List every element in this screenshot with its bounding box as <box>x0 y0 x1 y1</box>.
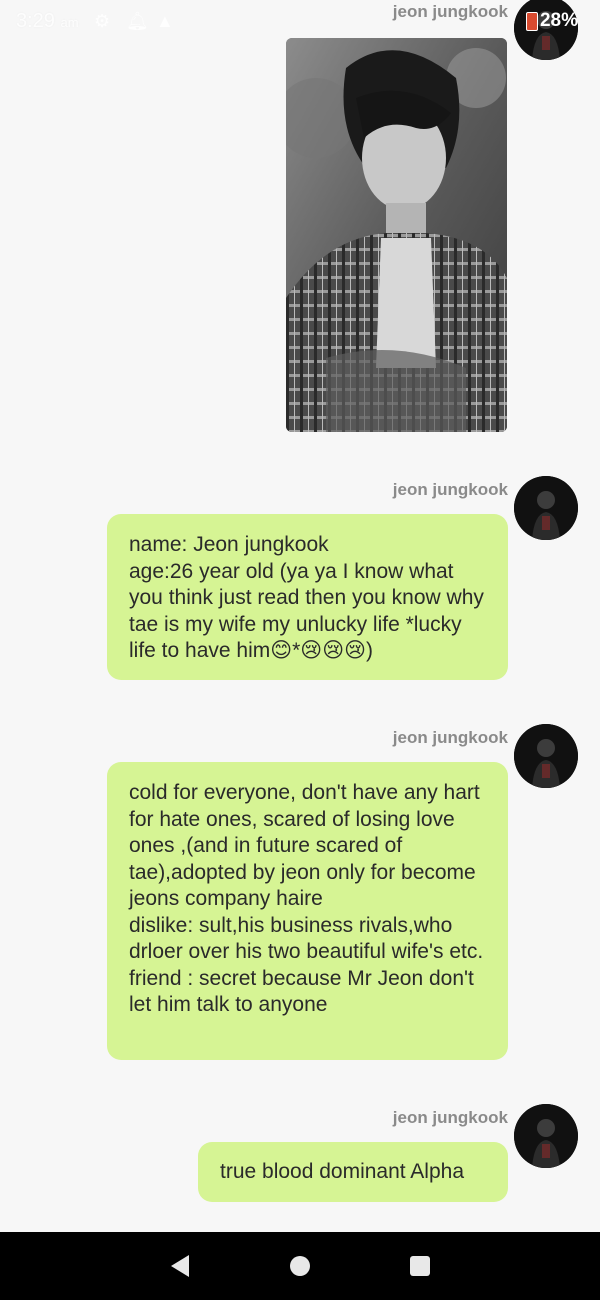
message-bubble[interactable]: cold for everyone, don't have any hart f… <box>107 762 508 1060</box>
avatar-image <box>514 0 578 60</box>
avatar-image <box>514 1104 578 1168</box>
home-icon <box>290 1256 310 1276</box>
avatar-image <box>514 476 578 540</box>
back-button[interactable] <box>160 1246 200 1286</box>
avatar-image <box>514 724 578 788</box>
message-bubble[interactable]: name: Jeon jungkook age:26 year old (ya … <box>107 514 508 680</box>
navigation-bar <box>0 1232 600 1300</box>
sender-name: jeon jungkook <box>392 2 508 21</box>
status-time: 3:29 am <box>16 10 79 33</box>
sender-name: jeon jungkook <box>392 728 508 747</box>
shared-photo[interactable] <box>286 38 507 432</box>
sender-name: jeon jungkook <box>392 480 508 499</box>
avatar[interactable] <box>514 1104 578 1168</box>
notification-icon: 🔔︎ <box>126 11 149 31</box>
gear-icon: ⚙ <box>94 11 111 31</box>
status-time-suffix: am <box>60 15 79 30</box>
back-icon <box>171 1255 189 1277</box>
recents-button[interactable] <box>400 1246 440 1286</box>
avatar[interactable] <box>514 724 578 788</box>
message-bubble[interactable]: true blood dominant Alpha <box>198 1142 508 1202</box>
recents-icon <box>410 1256 430 1276</box>
status-time-value: 3:29 <box>16 10 55 32</box>
chat-screen: 3:29 am ⚙ 🔔︎ ▲ 28% jeon jungkook jeon ju… <box>0 0 600 1300</box>
warning-icon: ▲ <box>156 11 174 31</box>
sender-name: jeon jungkook <box>392 1108 508 1127</box>
avatar[interactable] <box>514 476 578 540</box>
avatar[interactable] <box>514 0 578 60</box>
photo-image <box>286 38 507 432</box>
home-button[interactable] <box>280 1246 320 1286</box>
